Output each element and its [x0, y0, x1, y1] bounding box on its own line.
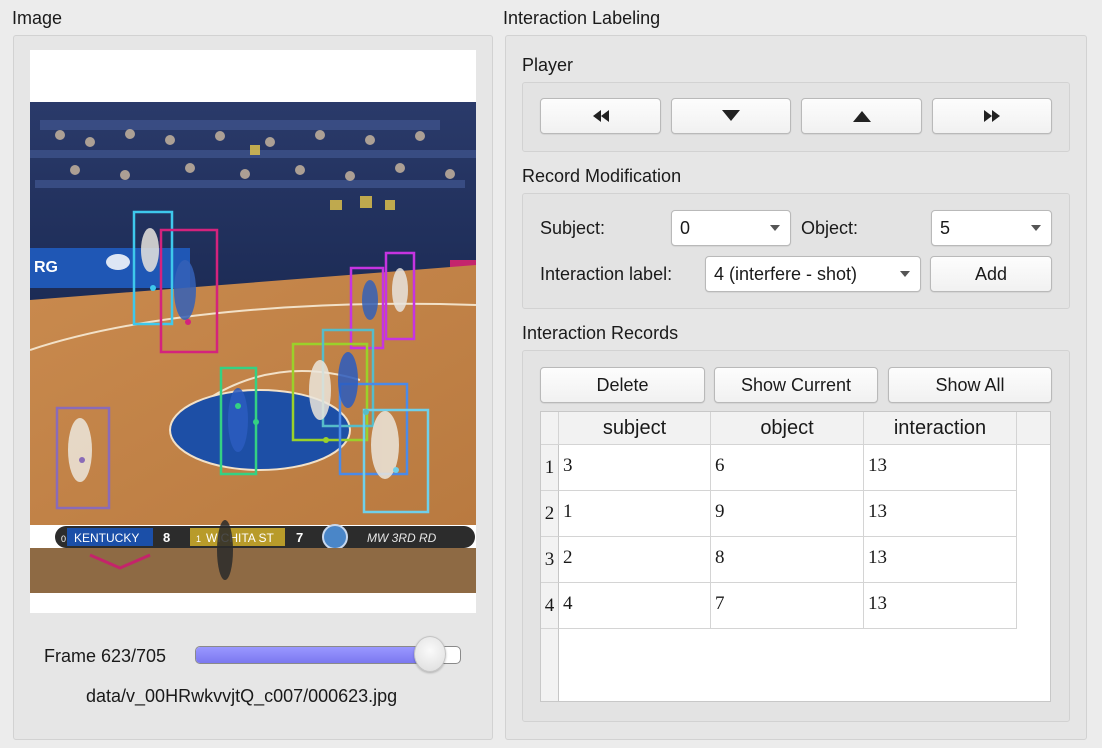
banner-text: RG: [34, 259, 58, 276]
object-select-value: 5: [940, 217, 951, 238]
table-cell-interaction[interactable]: 13: [864, 445, 1017, 491]
interaction-label-select-value: 4 (interfere - shot): [714, 263, 858, 284]
table-cell-interaction[interactable]: 13: [864, 583, 1017, 629]
table-cell-interaction[interactable]: 13: [864, 537, 1017, 583]
column-header-interaction[interactable]: interaction: [864, 412, 1017, 445]
team1-name: KENTUCKY: [74, 531, 139, 545]
row-header[interactable]: 3: [541, 537, 559, 583]
down-button[interactable]: [671, 98, 791, 134]
game-round: MW 3RD RD: [367, 531, 437, 545]
fast-forward-icon: [984, 110, 1000, 122]
table-cell-object[interactable]: 9: [711, 491, 864, 537]
column-header-object[interactable]: object: [711, 412, 864, 445]
records-table[interactable]: subject object interaction 1 3 6 13 2 1 …: [540, 411, 1051, 702]
chevron-down-icon: [900, 271, 910, 277]
table-header-filler: [1017, 412, 1050, 445]
show-current-button[interactable]: Show Current: [714, 367, 878, 403]
team2-name: WICHITA ST: [206, 531, 274, 545]
record-modification-title: Record Modification: [522, 166, 682, 186]
table-cell-object[interactable]: 8: [711, 537, 864, 583]
rewind-icon: [592, 110, 609, 122]
row-header-filler: [541, 629, 559, 701]
up-button[interactable]: [801, 98, 922, 134]
fast-forward-button[interactable]: [932, 98, 1052, 134]
interaction-label-select[interactable]: 4 (interfere - shot): [705, 256, 921, 292]
row-header[interactable]: 4: [541, 583, 559, 629]
table-cell-subject[interactable]: 1: [559, 491, 711, 537]
chevron-down-icon: [1031, 225, 1041, 231]
team2-score: 7: [296, 530, 303, 545]
rewind-button[interactable]: [540, 98, 661, 134]
add-button[interactable]: Add: [930, 256, 1052, 292]
down-triangle-icon: [722, 110, 740, 121]
row-header[interactable]: 1: [541, 445, 559, 491]
image-canvas: RG 0 KENTUCKY 8 1 WICHITA ST 7 MW 3RD RD: [30, 50, 476, 613]
subject-select-value: 0: [680, 217, 691, 238]
object-select[interactable]: 5: [931, 210, 1052, 246]
team1-seed: 0: [61, 534, 66, 544]
table-cell-object[interactable]: 6: [711, 445, 864, 491]
row-header[interactable]: 2: [541, 491, 559, 537]
player-title: Player: [522, 55, 574, 75]
delete-button[interactable]: Delete: [540, 367, 705, 403]
basketball-frame-image: RG 0 KENTUCKY 8 1 WICHITA ST 7 MW 3RD RD: [30, 102, 476, 593]
team1-score: 8: [163, 530, 170, 545]
table-corner: [541, 412, 559, 445]
show-all-button[interactable]: Show All: [888, 367, 1052, 403]
object-label: Object:: [801, 218, 859, 238]
frame-label: Frame 623/705: [44, 646, 167, 666]
interaction-records-title: Interaction Records: [522, 323, 679, 343]
table-cell-subject[interactable]: 2: [559, 537, 711, 583]
chevron-down-icon: [770, 225, 780, 231]
team2-seed: 1: [196, 534, 201, 544]
subject-label: Subject:: [540, 218, 606, 238]
frame-slider-knob[interactable]: [414, 636, 447, 672]
labeling-panel-title: Interaction Labeling: [503, 8, 661, 28]
subject-select[interactable]: 0: [671, 210, 791, 246]
frame-slider-fill: [196, 647, 432, 663]
up-triangle-icon: [852, 111, 871, 122]
network-logo-icon: [322, 524, 348, 550]
image-panel-title: Image: [12, 8, 63, 28]
table-cell-subject[interactable]: 4: [559, 583, 711, 629]
table-cell-interaction[interactable]: 13: [864, 491, 1017, 537]
column-header-subject[interactable]: subject: [559, 412, 711, 445]
interaction-label-label: Interaction label:: [540, 264, 673, 284]
table-cell-object[interactable]: 7: [711, 583, 864, 629]
file-path: data/v_00HRwkvvjtQ_c007/000623.jpg: [86, 686, 398, 706]
table-cell-subject[interactable]: 3: [559, 445, 711, 491]
